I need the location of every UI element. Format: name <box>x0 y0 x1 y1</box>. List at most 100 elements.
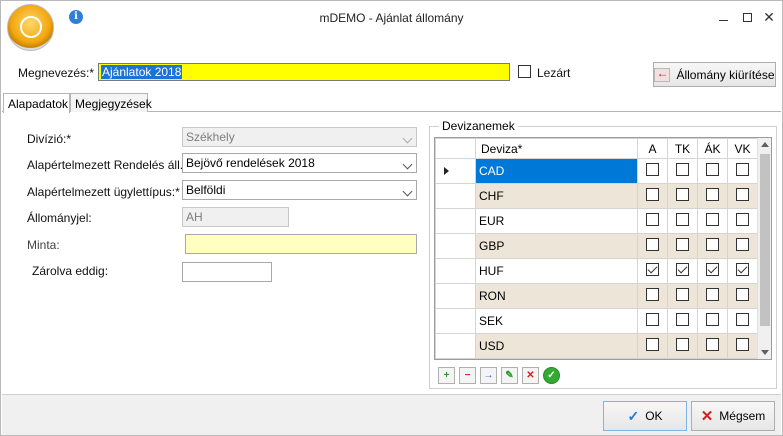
table-row[interactable]: RON <box>435 283 758 309</box>
tab-megjegyzesek[interactable]: Megjegyzések <box>70 93 152 112</box>
checkbox-a[interactable] <box>646 313 659 326</box>
row-indicator[interactable] <box>435 333 476 359</box>
tab-alapadatok[interactable]: Alapadatok <box>3 93 70 113</box>
delete-row-icon[interactable]: − <box>459 367 476 384</box>
cell-tk <box>667 208 698 234</box>
checkbox-tk[interactable] <box>676 313 689 326</box>
row-indicator[interactable] <box>435 283 476 309</box>
cell-vk <box>727 208 758 234</box>
ok-button[interactable]: ✓ OK <box>603 401 687 431</box>
table-row[interactable]: SEK <box>435 308 758 334</box>
cancel-edit-icon[interactable]: ✕ <box>522 367 539 384</box>
allomanyjel-field: AH <box>182 207 289 227</box>
checkbox-vk[interactable] <box>736 263 749 276</box>
table-row[interactable]: CAD <box>435 158 758 184</box>
cell-tk <box>667 258 698 284</box>
minimize-button[interactable] <box>713 7 733 27</box>
checkbox-tk[interactable] <box>676 163 689 176</box>
lezart-checkbox[interactable] <box>518 65 531 81</box>
minta-input[interactable] <box>185 234 417 254</box>
table-row[interactable]: USD <box>435 333 758 359</box>
currency-code-cell[interactable]: EUR <box>475 208 638 234</box>
cancel-button[interactable]: ✕ Mégsem <box>691 401 775 431</box>
scroll-up-icon[interactable] <box>761 142 769 147</box>
rendeles-select[interactable]: Bejövő rendelések 2018 <box>182 153 417 173</box>
close-button[interactable]: ✕ <box>759 7 779 27</box>
column-header-vk[interactable]: VK <box>727 138 758 159</box>
clear-file-button[interactable]: Állomány kiürítése <box>653 62 776 87</box>
cancel-icon: ✕ <box>700 408 714 425</box>
column-header-deviza[interactable]: Deviza* <box>475 138 638 159</box>
checkbox-ak[interactable] <box>706 338 719 351</box>
currency-code-cell[interactable]: HUF <box>475 258 638 284</box>
checkbox-vk[interactable] <box>736 313 749 326</box>
ok-label: OK <box>645 409 663 423</box>
checkbox-vk[interactable] <box>736 188 749 201</box>
checkbox-vk[interactable] <box>736 288 749 301</box>
cell-tk <box>667 308 698 334</box>
checkbox-vk[interactable] <box>736 338 749 351</box>
checkbox-vk[interactable] <box>736 238 749 251</box>
cell-ak <box>697 283 728 309</box>
forward-icon[interactable]: → <box>480 367 497 384</box>
checkbox-ak[interactable] <box>706 163 719 176</box>
row-indicator[interactable] <box>435 233 476 259</box>
edit-icon[interactable]: ✎ <box>501 367 518 384</box>
checkbox-ak[interactable] <box>706 288 719 301</box>
checkbox-tk[interactable] <box>676 188 689 201</box>
checkbox-vk[interactable] <box>736 163 749 176</box>
column-header-tk[interactable]: TK <box>667 138 698 159</box>
currency-code-cell[interactable]: USD <box>475 333 638 359</box>
app-logo <box>7 4 54 51</box>
cell-a <box>637 283 668 309</box>
scroll-thumb[interactable] <box>760 154 770 326</box>
checkbox-ak[interactable] <box>706 213 719 226</box>
currency-code-cell[interactable]: GBP <box>475 233 638 259</box>
cell-vk <box>727 233 758 259</box>
table-row[interactable]: CHF <box>435 183 758 209</box>
row-indicator[interactable] <box>435 308 476 334</box>
lezart-checkbox-box[interactable] <box>518 65 531 78</box>
checkbox-ak[interactable] <box>706 238 719 251</box>
row-indicator[interactable] <box>435 183 476 209</box>
checkbox-tk[interactable] <box>676 213 689 226</box>
checkbox-tk[interactable] <box>676 238 689 251</box>
checkbox-ak[interactable] <box>706 188 719 201</box>
checkbox-ak[interactable] <box>706 313 719 326</box>
row-indicator[interactable] <box>435 208 476 234</box>
checkbox-a[interactable] <box>646 288 659 301</box>
grid-navigator: + − → ✎ ✕ ✓ <box>438 367 560 384</box>
column-header-a[interactable]: A <box>637 138 668 159</box>
table-row[interactable]: EUR <box>435 208 758 234</box>
grid-scrollbar[interactable] <box>757 138 771 359</box>
row-indicator[interactable] <box>435 158 476 184</box>
currency-code-cell[interactable]: RON <box>475 283 638 309</box>
column-header-ak[interactable]: ÁK <box>697 138 728 159</box>
table-row[interactable]: GBP <box>435 233 758 259</box>
scroll-down-icon[interactable] <box>761 350 769 355</box>
checkbox-vk[interactable] <box>736 213 749 226</box>
devizanemek-title: Devizanemek <box>439 119 518 133</box>
cell-ak <box>697 158 728 184</box>
zarolva-date-input[interactable] <box>182 262 272 282</box>
currency-code-cell[interactable]: SEK <box>475 308 638 334</box>
checkbox-a[interactable] <box>646 163 659 176</box>
confirm-icon[interactable]: ✓ <box>543 367 560 384</box>
checkbox-a[interactable] <box>646 213 659 226</box>
maximize-button[interactable] <box>737 7 757 27</box>
row-indicator[interactable] <box>435 258 476 284</box>
checkbox-a[interactable] <box>646 188 659 201</box>
checkbox-tk[interactable] <box>676 338 689 351</box>
currency-code-cell[interactable]: CAD <box>475 158 638 184</box>
table-row[interactable]: HUF <box>435 258 758 284</box>
checkbox-a[interactable] <box>646 338 659 351</box>
checkbox-a[interactable] <box>646 263 659 276</box>
name-input[interactable]: Ajánlatok 2018 <box>98 63 510 81</box>
checkbox-ak[interactable] <box>706 263 719 276</box>
add-row-icon[interactable]: + <box>438 367 455 384</box>
checkbox-tk[interactable] <box>676 288 689 301</box>
ugylettipus-select[interactable]: Belföldi <box>182 180 417 200</box>
checkbox-tk[interactable] <box>676 263 689 276</box>
checkbox-a[interactable] <box>646 238 659 251</box>
currency-code-cell[interactable]: CHF <box>475 183 638 209</box>
